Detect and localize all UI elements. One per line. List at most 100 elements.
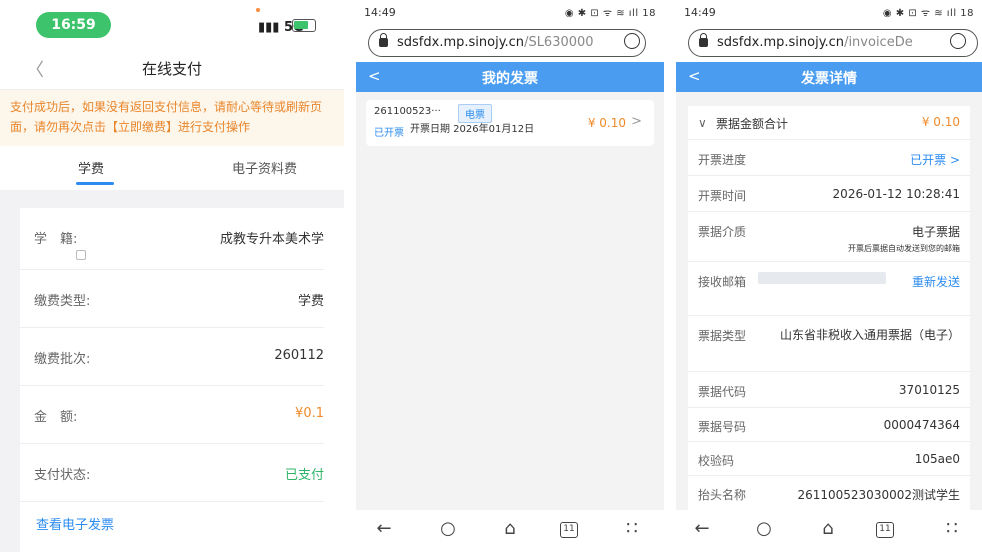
url-host: sdsfdx.mp.sinojy.cn (717, 35, 845, 50)
page-title: 在线支付 (141, 60, 202, 78)
page-title: 发票详情 (801, 71, 857, 87)
detail-row-email: 接收邮箱 重新发送 (688, 262, 970, 316)
detail-label: 抬头名称 (698, 488, 747, 502)
tabs-icon[interactable]: 11 (560, 522, 578, 538)
progress-status: 已开票 > (910, 153, 960, 167)
detail-label: 接收邮箱 (698, 275, 747, 289)
detail-value: 成教专升本美术学 (219, 232, 324, 247)
home-icon[interactable]: ⌂ (496, 518, 524, 539)
detail-row-number: 票据号码 0000474364 (688, 408, 970, 442)
notification-dot (256, 8, 260, 12)
lock-icon (699, 33, 708, 47)
menu-icon[interactable]: ∷ (618, 518, 646, 539)
tabs-icon[interactable]: 11 (876, 522, 894, 538)
detail-label: 票据金额合计 (716, 117, 789, 131)
detail-row-amount: 金 额: ¥0.1 (20, 386, 324, 444)
invoice-status: 已开票 (374, 128, 404, 139)
search-icon[interactable]: ○ (750, 518, 778, 539)
redacted-email (758, 272, 886, 284)
resend-button[interactable]: 重新发送 (912, 273, 960, 290)
detail-row-progress[interactable]: 开票进度 已开票 > (688, 140, 970, 176)
detail-label: 票据介质 (698, 225, 747, 239)
fee-tabs: 学费 电子资料费 (0, 146, 344, 190)
status-bar: 14:49 ◉ ✱ ⊡ ᯤ ≋ ıll 18 (676, 0, 982, 26)
detail-label: 缴费批次: (34, 352, 91, 367)
detail-row-medium: 票据介质 电子票据 开票后票据自动发送到您的邮箱 (688, 212, 970, 262)
back-arrow-icon[interactable]: ← (370, 518, 398, 539)
detail-value: 2026-01-12 10:28:41 (832, 187, 960, 201)
detail-row-issue-time: 开票时间 2026-01-12 10:28:41 (688, 176, 970, 212)
nav-bar: 〈 在线支付 (0, 46, 344, 90)
invoice-list-item[interactable]: 261100523··· 电票 已开票 开票日期 2026年01月12日 ¥ 0… (366, 100, 654, 146)
tab-indicator (76, 182, 114, 185)
payment-notice: 支付成功后，如果没有返回支付信息，请耐心等待或刷新页面，请勿再次点击【立即缴费】… (0, 90, 344, 146)
url-path: /invoiceDe (844, 35, 913, 50)
detail-row-total[interactable]: ∨ 票据金额合计 ¥ 0.10 (688, 106, 970, 140)
reload-icon[interactable] (950, 33, 966, 49)
detail-row-check-code: 校验码 105ae0 (688, 442, 970, 476)
e-invoice-badge: 电票 (458, 104, 492, 123)
back-arrow-icon[interactable]: ← (688, 518, 716, 539)
browser-toolbar: ← ○ ⌂ 11 ∷ (356, 510, 664, 552)
signal-icon: ▮▮▮ (258, 20, 280, 35)
detail-row-enrollment: 学 籍: 成教专升本美术学 (20, 208, 324, 270)
url-field[interactable]: sdsfdx.mp.sinojy.cn/SL630000 (368, 29, 646, 57)
chevron-right-icon: > (631, 114, 642, 129)
status-icons: ◉ ✱ ⊡ ᯤ ≋ ıll 18 (564, 8, 656, 19)
url-host: sdsfdx.mp.sinojy.cn (397, 35, 525, 50)
detail-label: 支付状态: (34, 468, 91, 483)
detail-label: 票据类型 (698, 329, 747, 343)
total-amount: ¥ 0.10 (921, 115, 960, 129)
menu-icon[interactable]: ∷ (938, 518, 966, 539)
invoice-detail-card: ∨ 票据金额合计 ¥ 0.10 开票进度 已开票 > 开票时间 2026-01-… (688, 106, 970, 510)
battery-icon (292, 19, 316, 32)
detail-value: 电子票据 (911, 225, 960, 239)
detail-value-amount: ¥0.1 (295, 406, 324, 421)
view-e-invoice-link[interactable]: 查看电子发票 (36, 514, 114, 533)
detail-value: 260112 (274, 348, 324, 363)
tab-e-material-fee[interactable]: 电子资料费 (232, 158, 297, 177)
url-field[interactable]: sdsfdx.mp.sinojy.cn/invoiceDe (688, 29, 978, 57)
detail-label: 票据代码 (698, 385, 747, 399)
divider (344, 0, 356, 552)
page-title: 我的发票 (482, 71, 538, 87)
invoice-amount: ¥ 0.10 (587, 116, 626, 130)
home-icon[interactable]: ⌂ (814, 518, 842, 539)
detail-value: 0000474364 (883, 418, 960, 432)
payment-panel: 16:59 ▮▮▮ 5G 〈 在线支付 支付成功后，如果没有返回支付信息，请耐心… (0, 0, 344, 552)
address-bar: sdsfdx.mp.sinojy.cn/invoiceDe (676, 26, 982, 62)
detail-row-code: 票据代码 37010125 (688, 372, 970, 408)
url-path: /SL630000 (524, 35, 594, 50)
payment-details-card: 学 籍: 成教专升本美术学 缴费类型: 学费 缴费批次: 260112 金 额:… (20, 208, 344, 552)
browser-toolbar: ← ○ ⌂ 11 ∷ (676, 510, 982, 552)
search-icon[interactable]: ○ (434, 518, 462, 539)
divider (664, 0, 676, 552)
detail-row-batch: 缴费批次: 260112 (20, 328, 324, 386)
reload-icon[interactable] (624, 33, 640, 49)
detail-row-title: 抬头名称 261100523030002测试学生 (688, 476, 970, 510)
status-time: 14:49 (364, 6, 396, 19)
detail-row-fee-type: 缴费类型: 学费 (20, 270, 324, 328)
detail-label: 学 籍: (34, 232, 78, 247)
my-invoices-panel: 14:49 ◉ ✱ ⊡ ᯤ ≋ ıll 18 sdsfdx.mp.sinojy.… (356, 0, 664, 552)
detail-label: 票据号码 (698, 420, 747, 434)
detail-note: 开票后票据自动发送到您的邮箱 (848, 244, 960, 253)
invoice-number: 261100523··· (374, 106, 441, 117)
invoice-detail-panel: 14:49 ◉ ✱ ⊡ ᯤ ≋ ıll 18 sdsfdx.mp.sinojy.… (676, 0, 982, 552)
detail-value: 山东省非税收入通用票据（电子） (779, 328, 960, 342)
page-header: < 发票详情 (676, 62, 982, 92)
detail-row-type: 票据类型 山东省非税收入通用票据（电子） (688, 316, 970, 372)
detail-value: 37010125 (898, 383, 960, 397)
detail-value: 105ae0 (914, 452, 960, 466)
status-bar: 16:59 ▮▮▮ 5G (0, 0, 344, 46)
screenshot-collage: 16:59 ▮▮▮ 5G 〈 在线支付 支付成功后，如果没有返回支付信息，请耐心… (0, 0, 982, 552)
invoice-date: 开票日期 2026年01月12日 (410, 124, 535, 135)
detail-label: 开票时间 (698, 189, 747, 203)
detail-label: 缴费类型: (34, 294, 91, 309)
tab-tuition[interactable]: 学费 (78, 158, 104, 177)
status-time: 16:59 (36, 12, 111, 38)
detail-row-status: 支付状态: 已支付 (20, 444, 324, 502)
status-bar: 14:49 ◉ ✱ ⊡ ᯤ ≋ ıll 18 (356, 0, 664, 26)
detail-label: 校验码 (698, 454, 735, 468)
detail-label: 开票进度 (698, 153, 747, 167)
